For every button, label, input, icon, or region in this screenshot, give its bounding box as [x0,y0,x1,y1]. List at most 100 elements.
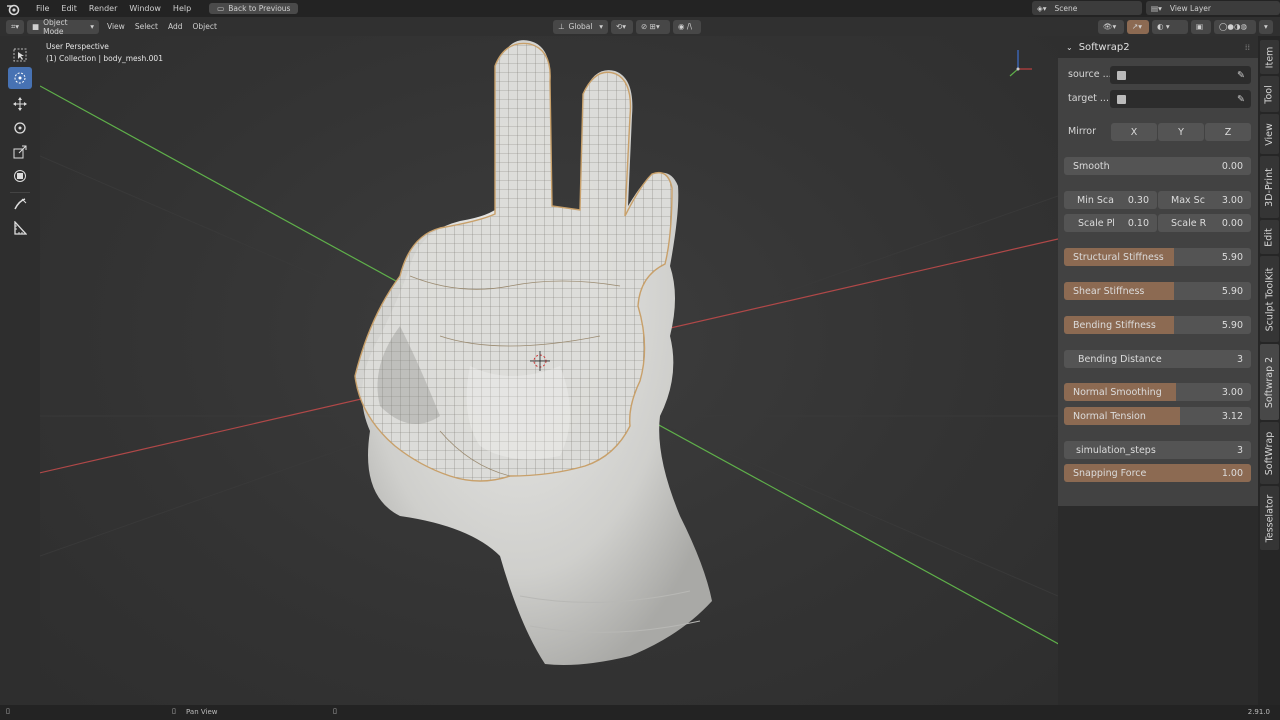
shading-buttons[interactable]: ◯●◑◍ [1214,19,1256,34]
viewport-perspective-label: User Perspective [46,42,109,51]
snap-icon: ⊘ ⊞▾ [641,22,660,31]
viewport-header: ⌗▾ ■ Object Mode ▾ View Select Add Objec… [0,17,1280,36]
max-scale-label: Max Sc [1171,194,1205,206]
normal-smoothing-slider[interactable]: Normal Smoothing 3.00 [1064,383,1251,401]
min-scale-field[interactable]: Min Sca 0.30 [1064,191,1157,209]
xray-button[interactable]: ▣ [1191,19,1211,34]
shear-stiffness-value: 5.90 [1221,285,1243,297]
back-to-previous-label: Back to Previous [228,4,291,13]
scale-icon [13,145,27,159]
measure-tool[interactable] [8,217,32,239]
scale-pl-label: Scale Pl [1078,217,1115,229]
transform-orientation-selector[interactable]: ⊥ Global ▾ [553,19,608,34]
source-object-field[interactable]: ✎ [1110,66,1251,84]
menu-object[interactable]: Object [187,22,221,31]
scale-pl-field[interactable]: Scale Pl 0.10 [1064,214,1157,232]
menu-select[interactable]: Select [130,22,163,31]
status-bar: ▯ ▯ Pan View ▯ 2.91.0 [0,705,1280,720]
eyedropper-icon[interactable]: ✎ [1237,94,1245,105]
snapping-force-slider[interactable]: Snapping Force 1.00 [1064,464,1251,482]
cursor-tool[interactable] [8,67,32,89]
tab-edit[interactable]: Edit [1260,220,1279,254]
menu-file[interactable]: File [30,4,55,13]
menu-render[interactable]: Render [83,4,123,13]
bending-distance-value: 3 [1236,353,1243,365]
smooth-field[interactable]: Smooth 0.00 [1064,157,1251,175]
orientation-label: Global [568,22,593,31]
structural-stiffness-slider[interactable]: Structural Stiffness 5.90 [1064,248,1251,266]
panel-header[interactable]: ⌄ Softwrap2 ⁞⁞ [1058,36,1258,58]
menu-view[interactable]: View [102,22,130,31]
tab-3d-print[interactable]: 3D-Print [1260,156,1279,218]
visibility-button[interactable]: 👁▾ [1098,19,1124,34]
mirror-x-toggle[interactable]: X [1111,123,1157,141]
max-scale-field[interactable]: Max Sc 3.00 [1158,191,1251,209]
menu-help[interactable]: Help [167,4,197,13]
simulation-steps-label: simulation_steps [1076,444,1156,456]
proportional-edit-button[interactable]: ◉ /\ [673,19,701,34]
gizmo-button[interactable]: ↗▾ [1127,19,1149,34]
bending-distance-field[interactable]: Bending Distance 3 [1064,350,1251,368]
tab-view[interactable]: View [1260,114,1279,154]
normal-tension-slider[interactable]: Normal Tension 3.12 [1064,407,1251,425]
bending-stiffness-label: Bending Stiffness [1073,319,1156,331]
scale-r-field[interactable]: Scale R 0.00 [1158,214,1251,232]
move-tool[interactable] [8,93,32,115]
min-scale-label: Min Sca [1077,194,1114,206]
normal-smoothing-value: 3.00 [1221,386,1243,398]
tab-sculpt-toolkit[interactable]: Sculpt ToolKit [1260,256,1279,342]
menu-edit[interactable]: Edit [55,4,83,13]
select-box-tool[interactable] [8,44,32,66]
menu-window[interactable]: Window [123,4,167,13]
target-object-field[interactable]: ✎ [1110,90,1251,108]
mirror-label: Mirror [1068,126,1096,137]
eyedropper-icon[interactable]: ✎ [1237,70,1245,81]
chevron-down-icon: ⌄ [1066,42,1073,52]
gizmo-icon: ↗▾ [1132,22,1143,31]
mode-selector[interactable]: ■ Object Mode ▾ [27,18,99,36]
simulation-steps-value: 3 [1236,444,1243,456]
scene-name: Scene [1054,3,1078,13]
tab-tesselator[interactable]: Tesselator [1260,486,1279,550]
simulation-steps-field[interactable]: simulation_steps 3 [1064,441,1251,459]
view-layer-selector[interactable]: ▤▾ View Layer [1146,1,1280,15]
pivot-point-button[interactable]: ⟲▾ [611,19,633,34]
ruler-icon [14,221,27,235]
shear-stiffness-slider[interactable]: Shear Stiffness 5.90 [1064,282,1251,300]
pencil-icon [14,198,27,210]
transform-tool[interactable] [8,165,32,187]
pan-view-hint: Pan View [186,708,218,716]
mirror-z-toggle[interactable]: Z [1205,123,1251,141]
panel-title: Softwrap2 [1078,41,1130,53]
tab-softwrap[interactable]: SoftWrap [1260,422,1279,484]
mesh-icon [1117,94,1126,104]
tab-softwrap-2[interactable]: Softwrap 2 [1260,344,1279,420]
editor-type-button[interactable]: ⌗▾ [6,19,24,34]
bending-stiffness-value: 5.90 [1221,319,1243,331]
mirror-y-toggle[interactable]: Y [1158,123,1204,141]
back-to-previous-button[interactable]: ▭ Back to Previous [209,3,299,14]
tab-tool[interactable]: Tool [1260,76,1279,112]
shading-options-button[interactable]: ▾ [1259,19,1273,34]
drag-handle-icon[interactable]: ⁞⁞ [1245,43,1250,52]
bending-stiffness-slider[interactable]: Bending Stiffness 5.90 [1064,316,1251,334]
structural-stiffness-label: Structural Stiffness [1073,251,1164,263]
tab-softwrap-label: SoftWrap [1264,431,1276,475]
tab-softwrap-2-label: Softwrap 2 [1264,356,1275,408]
snap-button[interactable]: ⊘ ⊞▾ [636,19,670,34]
rotate-icon [14,122,26,134]
viewport-collection-label: (1) Collection | body_mesh.001 [46,54,163,63]
annotate-tool[interactable] [8,193,32,215]
mirror-x-label: X [1130,126,1138,138]
tab-sculpt-toolkit-label: Sculpt ToolKit [1264,267,1275,331]
3d-viewport[interactable]: User Perspective (1) Collection | body_m… [40,36,1058,705]
rotate-tool[interactable] [8,117,32,139]
blender-logo-icon[interactable] [6,2,20,16]
tab-item[interactable]: Item [1260,40,1279,74]
pivot-icon: ⟲▾ [616,22,627,31]
chevron-down-icon: ▾ [599,22,603,31]
scale-tool[interactable] [8,141,32,163]
overlay-button[interactable]: ◐ ▾ [1152,19,1188,34]
scene-selector[interactable]: ◈▾ Scene [1032,1,1142,15]
menu-add[interactable]: Add [163,22,188,31]
